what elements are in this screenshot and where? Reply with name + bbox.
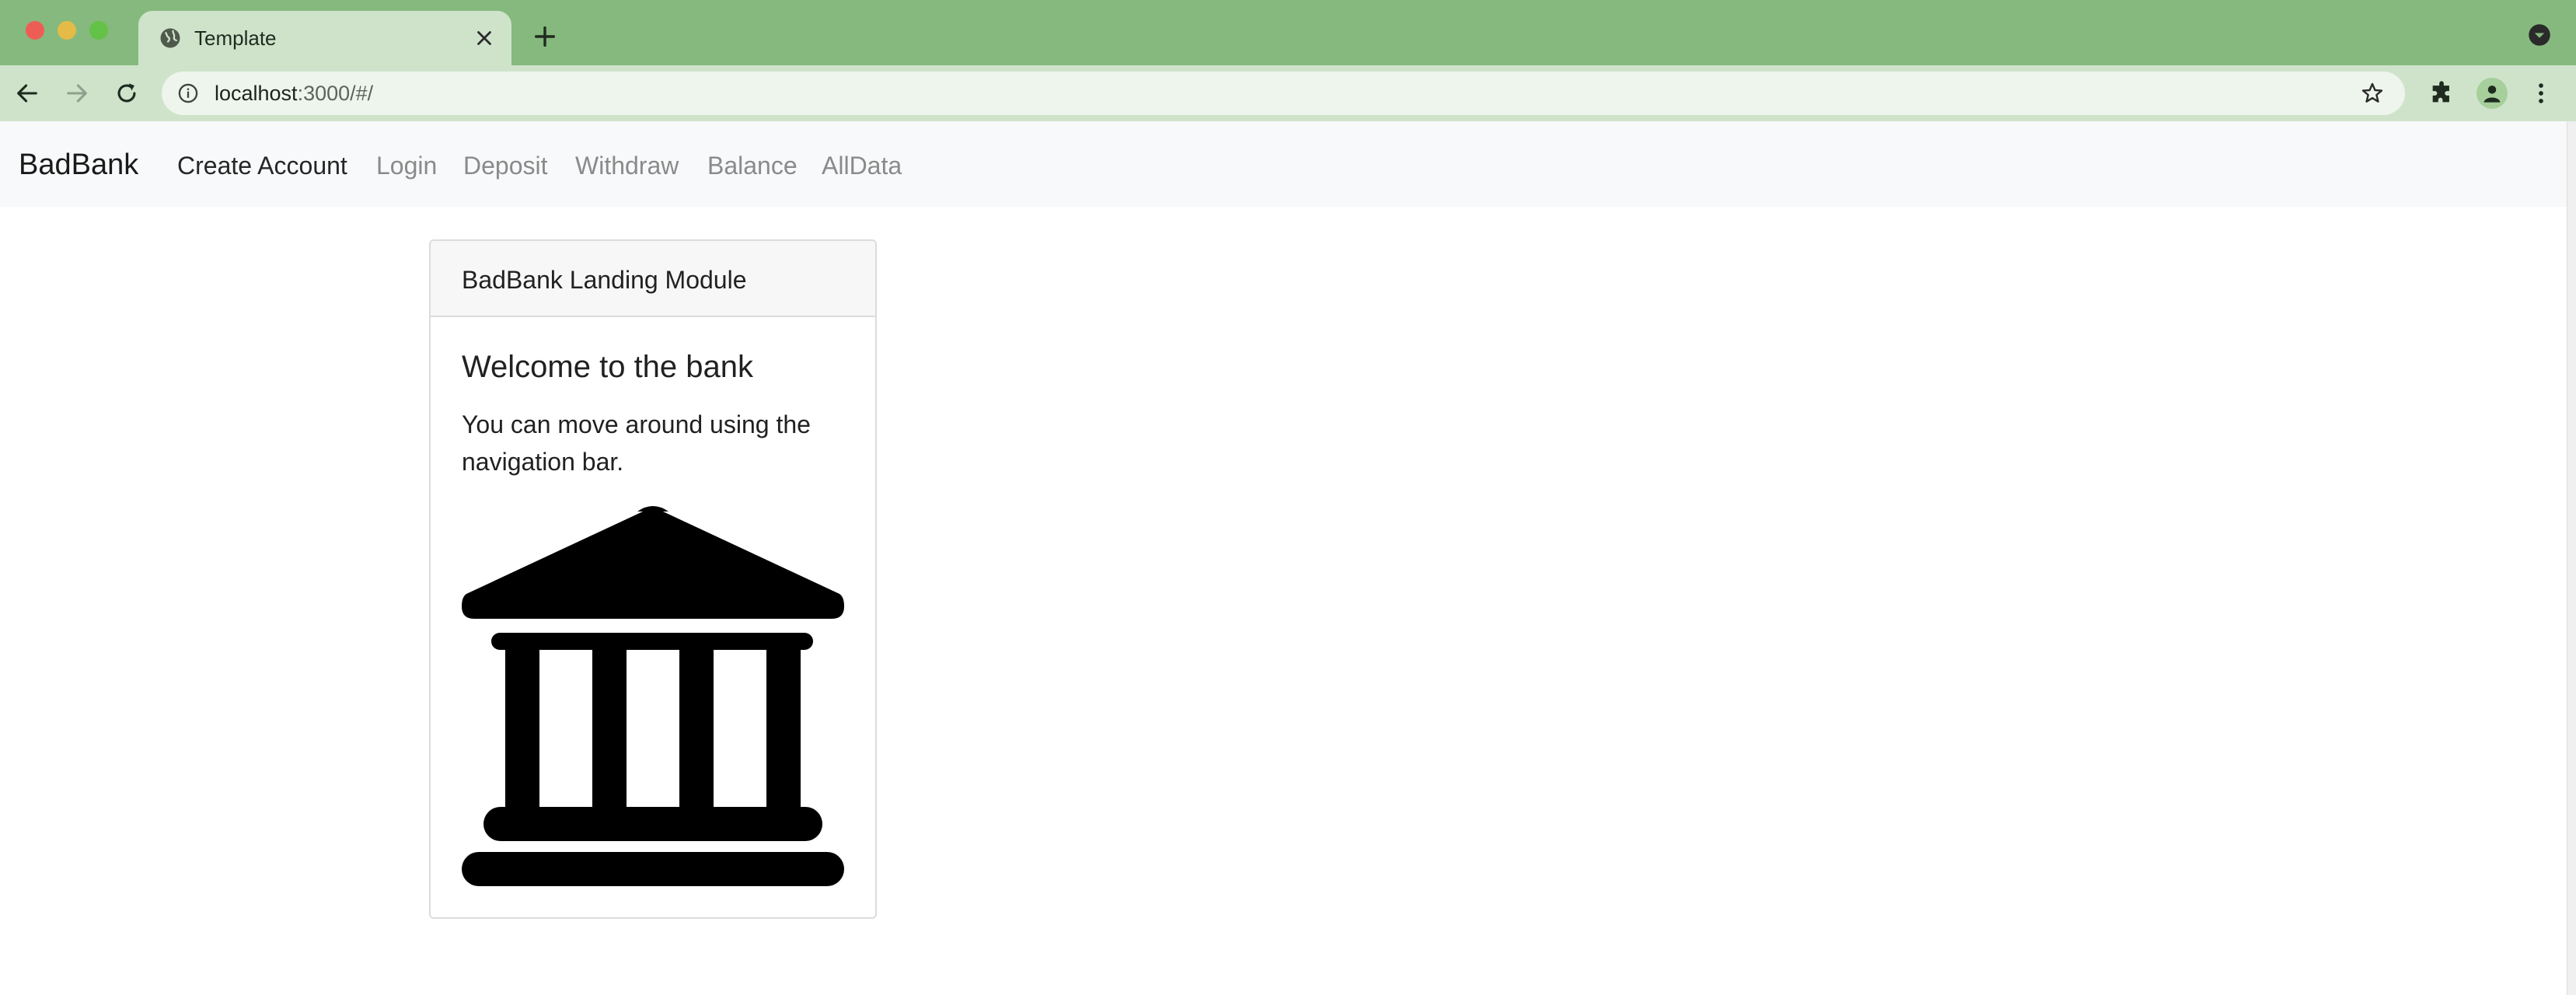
bookmark-star-icon[interactable] xyxy=(2360,81,2385,106)
nav-deposit[interactable]: Deposit xyxy=(463,150,548,181)
bank-building-icon xyxy=(462,506,844,886)
extensions-puzzle-icon[interactable] xyxy=(2428,80,2455,106)
url-text: localhost:3000/#/ xyxy=(215,80,373,106)
address-bar[interactable]: localhost:3000/#/ xyxy=(162,72,2405,115)
navbar-brand[interactable]: BadBank xyxy=(19,148,138,182)
nav-login[interactable]: Login xyxy=(376,150,437,181)
kebab-menu-icon[interactable] xyxy=(2528,80,2554,106)
card-text: You can move around using the navigation… xyxy=(462,410,811,476)
tab-search-chevron-icon[interactable] xyxy=(2528,23,2551,47)
person-icon xyxy=(2484,86,2501,103)
nav-alldata[interactable]: AllData xyxy=(822,150,902,181)
card-header: BadBank Landing Module xyxy=(431,241,875,317)
site-navbar: BadBank Create Account Login Deposit Wit… xyxy=(0,121,2567,207)
forward-arrow-icon[interactable] xyxy=(64,80,90,106)
url-host: localhost xyxy=(215,82,298,105)
nav-balance[interactable]: Balance xyxy=(707,150,798,181)
page-scrollbar[interactable] xyxy=(2567,121,2576,995)
window-minimize-button[interactable] xyxy=(58,21,76,40)
page-content: BadBank Create Account Login Deposit Wit… xyxy=(0,121,2576,995)
back-arrow-icon[interactable] xyxy=(14,80,40,106)
tab-title: Template xyxy=(194,26,277,50)
profile-avatar[interactable] xyxy=(2477,78,2508,109)
window-zoom-button[interactable] xyxy=(89,21,108,40)
new-tab-plus-icon[interactable] xyxy=(532,23,558,50)
close-icon[interactable] xyxy=(473,26,496,50)
window-close-button[interactable] xyxy=(26,21,44,40)
browser-tab-strip: Template xyxy=(0,0,2576,65)
card-title: Welcome to the bank xyxy=(462,350,754,384)
globe-icon xyxy=(160,28,180,48)
card-header-text: BadBank Landing Module xyxy=(462,266,747,294)
info-icon[interactable] xyxy=(177,82,199,104)
nav-create-account[interactable]: Create Account xyxy=(177,150,347,181)
reload-icon[interactable] xyxy=(113,80,140,106)
url-path: :3000/#/ xyxy=(297,82,374,105)
landing-card: BadBank Landing Module Welcome to the ba… xyxy=(429,239,877,919)
nav-withdraw[interactable]: Withdraw xyxy=(575,150,679,181)
browser-toolbar: localhost:3000/#/ xyxy=(0,65,2576,121)
browser-tab[interactable]: Template xyxy=(138,11,511,65)
